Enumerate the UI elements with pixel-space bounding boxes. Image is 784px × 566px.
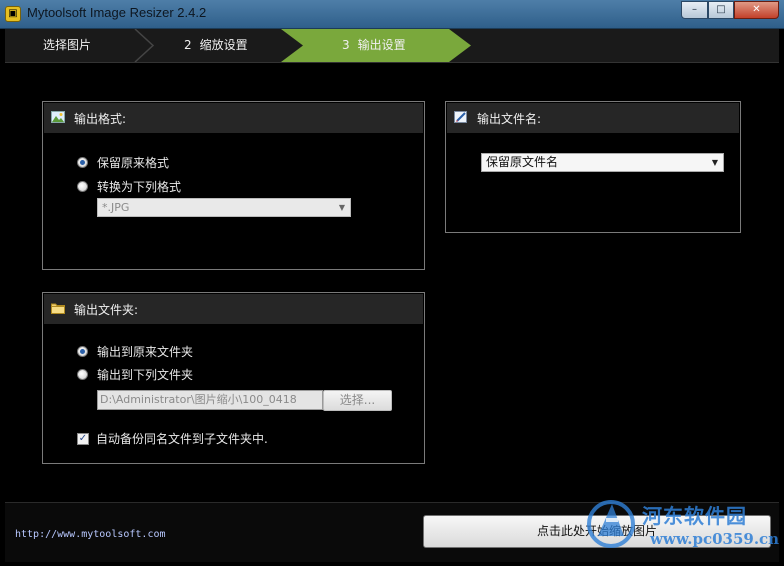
step-label: 输出设置 xyxy=(357,38,406,52)
panel-title: 输出文件名: xyxy=(477,112,542,126)
convert-format-radio[interactable]: 转换为下列格式 xyxy=(77,178,181,195)
close-button[interactable]: ✕ xyxy=(734,1,779,19)
format-select-value: *.JPG xyxy=(102,201,130,214)
window-title: Mytoolsoft Image Resizer 2.4.2 xyxy=(27,5,207,20)
maximize-button[interactable]: □ xyxy=(708,1,734,19)
panel-title: 输出格式: xyxy=(74,112,127,126)
start-resize-button[interactable]: 点击此处开始缩放图片 xyxy=(423,515,771,548)
choose-folder-button[interactable]: 选择... xyxy=(323,390,392,411)
output-folder-path-input[interactable]: D:\Administrator\图片缩小\100_0418 xyxy=(97,390,323,410)
chevron-down-icon: ▼ xyxy=(711,158,718,167)
app-icon: ▣ xyxy=(5,6,21,22)
panel-header: 输出文件名: xyxy=(447,103,739,133)
panel-header: 输出格式: xyxy=(44,103,423,133)
keep-format-radio[interactable]: 保留原来格式 xyxy=(77,154,169,171)
checkbox-label: 自动备份同名文件到子文件夹中. xyxy=(96,432,268,446)
radio-label: 输出到原来文件夹 xyxy=(97,345,194,359)
radio-label: 输出到下列文件夹 xyxy=(97,368,194,382)
chevron-down-icon: ▼ xyxy=(338,203,345,212)
backup-checkbox-row[interactable]: ✓ 自动备份同名文件到子文件夹中. xyxy=(77,430,268,447)
title-bar: ▣ Mytoolsoft Image Resizer 2.4.2 – □ ✕ xyxy=(0,0,784,29)
minimize-button[interactable]: – xyxy=(681,1,708,19)
radio-label: 保留原来格式 xyxy=(97,156,170,170)
rename-icon xyxy=(454,111,467,123)
window-controls: – □ ✕ xyxy=(681,1,779,19)
radio-selected-icon[interactable] xyxy=(77,157,88,168)
step-label: 选择图片 xyxy=(43,38,92,52)
wizard-steps: 选择图片 2 缩放设置 3 输出设置 xyxy=(5,29,779,63)
filename-select-value: 保留原文件名 xyxy=(486,155,559,169)
website-link[interactable]: http://www.mytoolsoft.com xyxy=(15,529,166,540)
panel-title: 输出文件夹: xyxy=(74,303,139,317)
radio-selected-icon[interactable] xyxy=(77,346,88,357)
step-resize-settings[interactable]: 2 缩放设置 xyxy=(184,29,248,62)
panel-header: 输出文件夹: xyxy=(44,294,423,324)
format-select[interactable]: *.JPG ▼ xyxy=(97,198,351,217)
output-format-panel: 输出格式: 保留原来格式 转换为下列格式 *.JPG ▼ xyxy=(42,101,425,270)
custom-folder-radio[interactable]: 输出到下列文件夹 xyxy=(77,366,193,383)
step-label: 缩放设置 xyxy=(199,38,248,52)
step-number: 3 xyxy=(342,38,350,52)
folder-icon xyxy=(51,303,65,314)
original-folder-radio[interactable]: 输出到原来文件夹 xyxy=(77,343,193,360)
radio-unselected-icon[interactable] xyxy=(77,369,88,380)
step-separator-icon xyxy=(134,29,155,62)
step-output-settings[interactable]: 3 输出设置 xyxy=(342,29,406,62)
checkbox-checked-icon[interactable]: ✓ xyxy=(77,432,89,445)
step-number: 2 xyxy=(184,38,192,52)
output-folder-panel: 输出文件夹: 输出到原来文件夹 输出到下列文件夹 D:\Administrato… xyxy=(42,292,425,464)
footer-bar: http://www.mytoolsoft.com 点击此处开始缩放图片 xyxy=(5,502,779,562)
step-select-images[interactable]: 选择图片 xyxy=(43,29,91,62)
filename-select[interactable]: 保留原文件名 ▼ xyxy=(481,153,724,172)
radio-unselected-icon[interactable] xyxy=(77,181,88,192)
image-icon xyxy=(51,111,65,123)
output-filename-panel: 输出文件名: 保留原文件名 ▼ xyxy=(445,101,741,233)
radio-label: 转换为下列格式 xyxy=(97,180,182,194)
